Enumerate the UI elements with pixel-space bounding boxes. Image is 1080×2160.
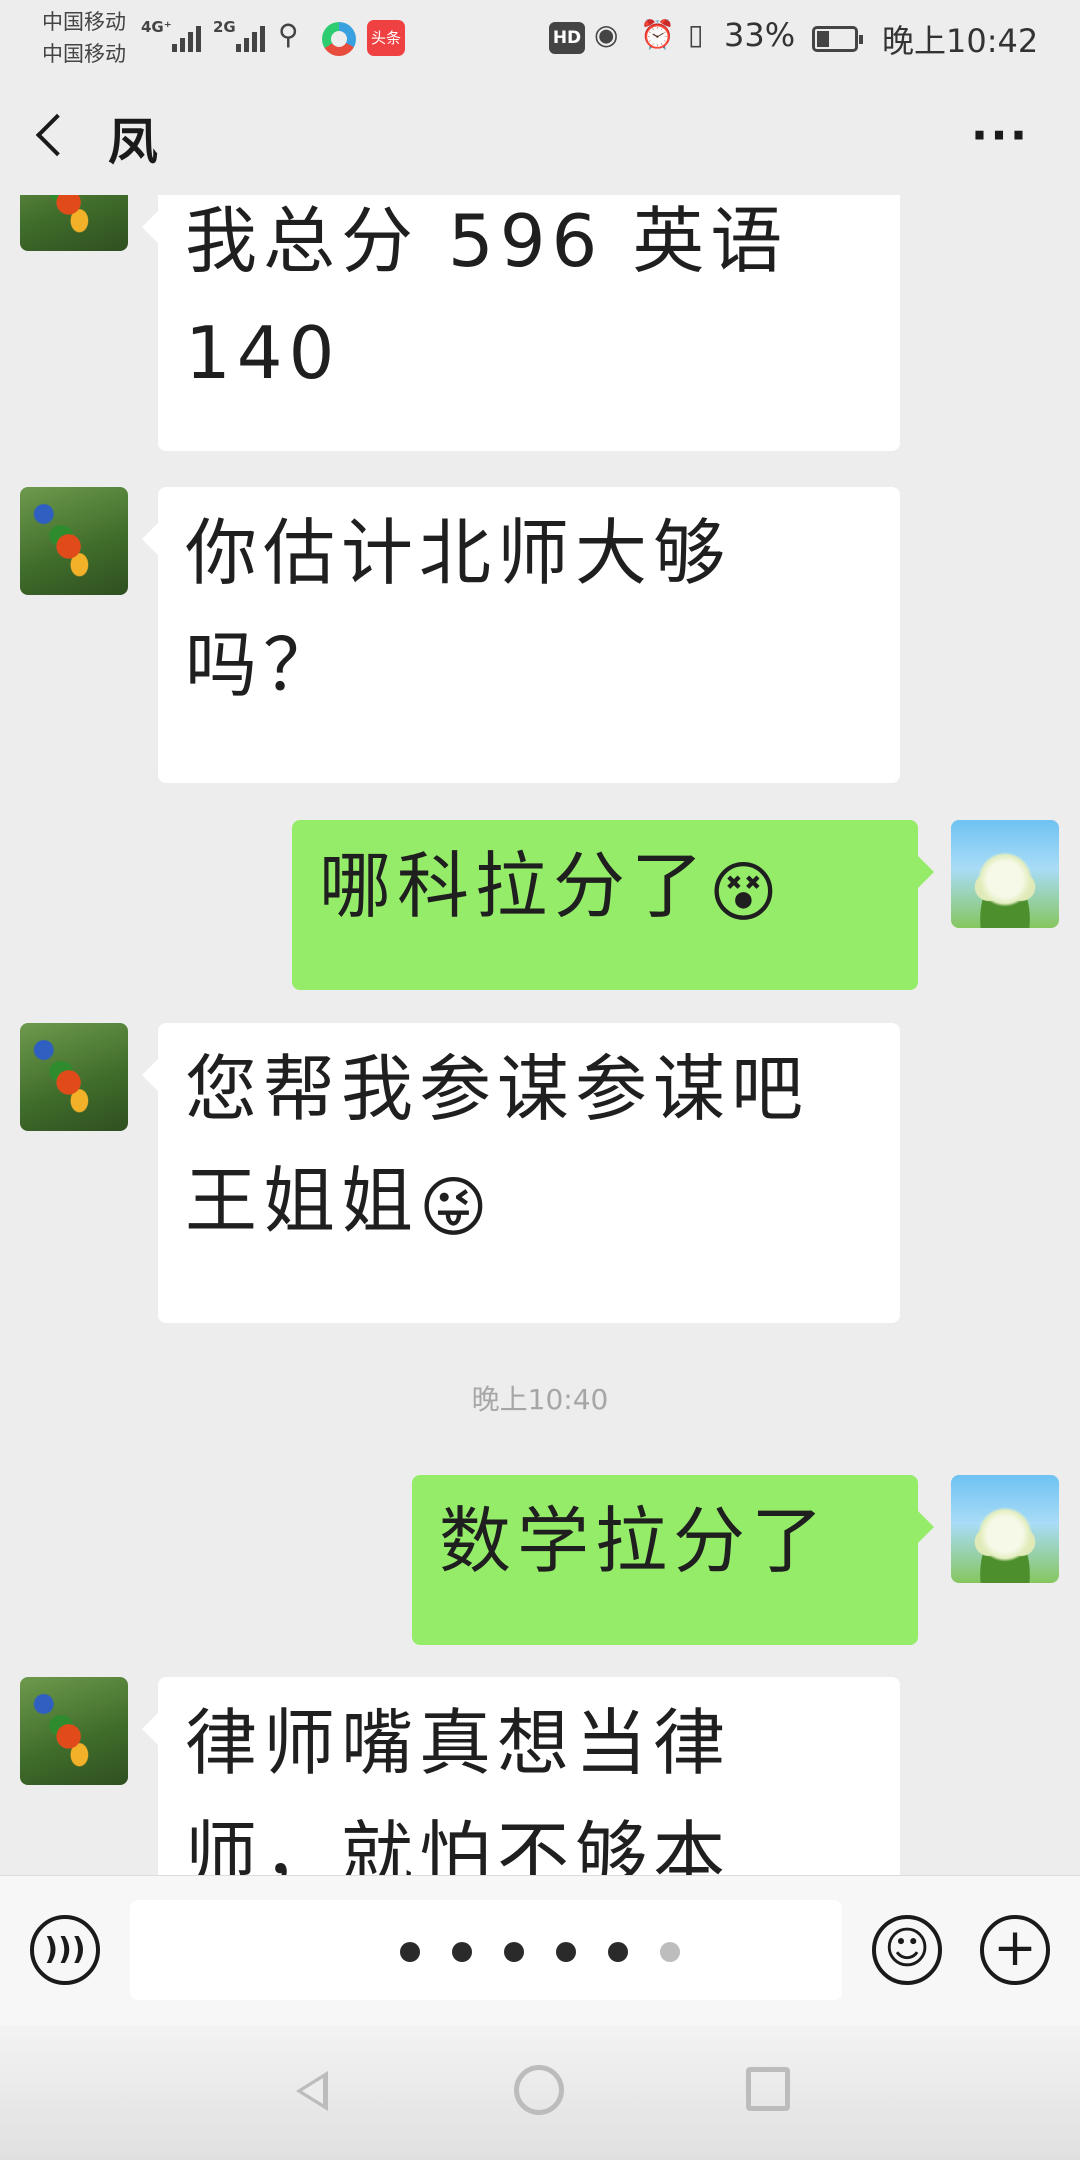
triangle-back-icon[interactable] — [292, 2065, 332, 2111]
page-dot — [504, 1942, 524, 1962]
contact-avatar[interactable] — [20, 195, 128, 251]
winking-tongue-emoji-icon: 😜 — [419, 1169, 488, 1246]
eye-icon: ◉ — [594, 18, 619, 51]
contact-avatar[interactable] — [20, 487, 128, 595]
contact-avatar[interactable] — [20, 1023, 128, 1131]
more-functions-button[interactable]: + — [980, 1915, 1050, 1985]
carrier-1: 中国移动 — [42, 10, 126, 34]
message-text: 律师嘴真想当律师，就怕不够本 — [185, 1701, 732, 1875]
vibrate-icon: ▯ — [688, 18, 704, 51]
message-text: 哪科拉分了 — [319, 844, 710, 928]
message-text: 我总分 596 英语 140 — [185, 199, 789, 395]
circle-home-icon[interactable] — [514, 2065, 564, 2115]
message-bubble[interactable]: 律师嘴真想当律师，就怕不够本 — [142, 1677, 900, 1875]
page-indicator — [400, 1942, 680, 1962]
battery-icon — [812, 26, 863, 52]
chat-header: 凤 ··· — [0, 80, 1080, 195]
chat-messages[interactable]: 我总分 596 英语 140 你估计北师大够吗？ 哪科拉分了😵 您帮我参谋参谋吧… — [0, 195, 1080, 1875]
news-app-icon: 头条 — [367, 20, 405, 56]
message-text: 你估计北师大够吗？ — [185, 511, 732, 707]
plus-icon: + — [993, 1918, 1037, 1978]
signal-bars-2-icon — [236, 22, 265, 52]
message-input[interactable] — [130, 1900, 842, 2000]
status-bar: 中国移动 中国移动 4G⁺ 2G ⚲ 头条 HD ◉ ⏰ ▯ 33% 晚上10:… — [0, 0, 1080, 80]
voice-icon: ))) — [44, 1932, 86, 1967]
network-type-2: 2G — [213, 18, 236, 36]
back-button[interactable] — [26, 100, 86, 170]
app-notification-icon — [322, 22, 356, 56]
page-dot — [556, 1942, 576, 1962]
my-avatar[interactable] — [951, 820, 1059, 928]
input-bar: ))) ☺ + — [0, 1875, 1080, 2026]
network-type-1: 4G⁺ — [141, 18, 172, 36]
system-nav-bar — [0, 2025, 1080, 2160]
page-dot — [400, 1942, 420, 1962]
page-dot — [660, 1942, 680, 1962]
more-options-button[interactable]: ··· — [970, 112, 1030, 158]
message-bubble-own[interactable]: 哪科拉分了😵 — [292, 820, 934, 990]
page-dot — [452, 1942, 472, 1962]
hd-icon: HD — [549, 22, 585, 54]
contact-avatar[interactable] — [20, 1677, 128, 1785]
carrier-2: 中国移动 — [42, 42, 126, 66]
carrier-labels: 中国移动 中国移动 — [42, 6, 126, 70]
message-bubble[interactable]: 您帮我参谋参谋吧王姐姐😜 — [142, 1023, 900, 1323]
search-icon: ⚲ — [278, 18, 299, 51]
chat-title: 凤 — [108, 113, 158, 171]
message-bubble[interactable]: 你估计北师大够吗？ — [142, 487, 900, 783]
time-divider: 晚上10:40 — [471, 1383, 609, 1416]
page-dot — [608, 1942, 628, 1962]
message-bubble-own[interactable]: 数学拉分了 — [412, 1475, 934, 1645]
message-text: 数学拉分了 — [439, 1499, 830, 1583]
battery-fill — [817, 31, 829, 47]
emoji-button[interactable]: ☺ — [872, 1915, 942, 1985]
battery-percent: 33% — [724, 16, 796, 54]
smile-icon: ☺ — [884, 1923, 930, 1974]
square-recent-icon[interactable] — [746, 2067, 790, 2111]
clock: 晚上10:42 — [882, 22, 1039, 60]
message-text: 您帮我参谋参谋吧王姐姐 — [185, 1047, 810, 1243]
voice-button[interactable]: ))) — [30, 1915, 100, 1985]
my-avatar[interactable] — [951, 1475, 1059, 1583]
dizzy-face-emoji-icon: 😵 — [709, 854, 778, 931]
alarm-icon: ⏰ — [640, 18, 675, 51]
message-bubble[interactable]: 我总分 596 英语 140 — [142, 195, 900, 451]
chevron-left-icon — [35, 113, 79, 157]
signal-bars-1-icon — [172, 22, 201, 52]
